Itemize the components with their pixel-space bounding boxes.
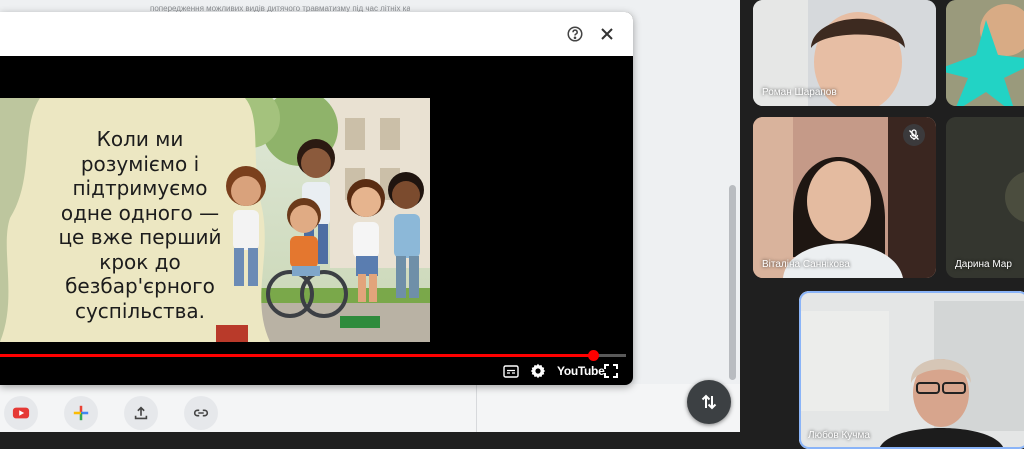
slide-caption: Коли ми розуміємо і підтримуємо одне одн… — [58, 127, 222, 323]
document-scrollbar[interactable] — [729, 185, 736, 380]
settings-button[interactable] — [529, 362, 547, 380]
youtube-icon — [12, 407, 30, 419]
video-progress-fill — [0, 354, 594, 357]
upload-icon — [134, 406, 148, 420]
swap-layout-button[interactable] — [687, 380, 731, 424]
upload-button[interactable] — [124, 396, 158, 430]
close-button[interactable] — [595, 22, 619, 46]
participant-tile-vitalina[interactable]: Віталіна Саннікова — [753, 117, 936, 278]
swap-vertical-icon — [701, 394, 717, 410]
participant-tile-second[interactable] — [946, 0, 1024, 106]
gear-icon — [530, 363, 546, 379]
youtube-logo[interactable]: YouTube — [557, 363, 605, 379]
subtitles-button[interactable] — [502, 363, 520, 379]
help-button[interactable] — [563, 22, 587, 46]
dialog-header — [0, 12, 633, 56]
video-dialog: Коли ми розуміємо і підтримуємо одне одн… — [0, 12, 633, 385]
participant-name: Роман Шарапов — [762, 87, 837, 98]
participant-tile-roman[interactable]: Роман Шарапов — [753, 0, 936, 106]
link-icon — [193, 409, 209, 417]
screen: попередження можливих видів дитячого тра… — [0, 0, 1024, 449]
subtitles-icon — [503, 364, 519, 378]
close-icon — [601, 28, 613, 40]
video-frame[interactable]: Коли ми розуміємо і підтримуємо одне одн… — [0, 98, 430, 342]
link-button[interactable] — [184, 396, 218, 430]
insert-toolbar — [0, 396, 218, 430]
participant-name: Дарина Мар — [955, 259, 1012, 270]
participant-name: Віталіна Саннікова — [762, 259, 850, 270]
participant-video — [946, 0, 1024, 106]
participant-tile-lyubov[interactable]: Любов Кучма — [799, 291, 1024, 449]
fullscreen-icon — [604, 364, 618, 378]
participant-name: Любов Кучма — [808, 430, 870, 441]
add-button[interactable] — [64, 396, 98, 430]
document-divider — [476, 384, 477, 432]
mic-off-icon — [909, 129, 919, 140]
plus-icon — [73, 405, 89, 421]
participant-video — [799, 291, 1024, 449]
fullscreen-button[interactable] — [603, 363, 619, 379]
youtube-insert-button[interactable] — [4, 396, 38, 430]
participant-video — [946, 117, 1024, 278]
mic-off-indicator — [903, 124, 925, 146]
help-circle-icon — [567, 26, 583, 42]
participant-tile-daryna[interactable]: Дарина Мар — [946, 117, 1024, 278]
video-progress-knob[interactable] — [588, 350, 600, 361]
video-progress-bar[interactable] — [0, 350, 626, 361]
